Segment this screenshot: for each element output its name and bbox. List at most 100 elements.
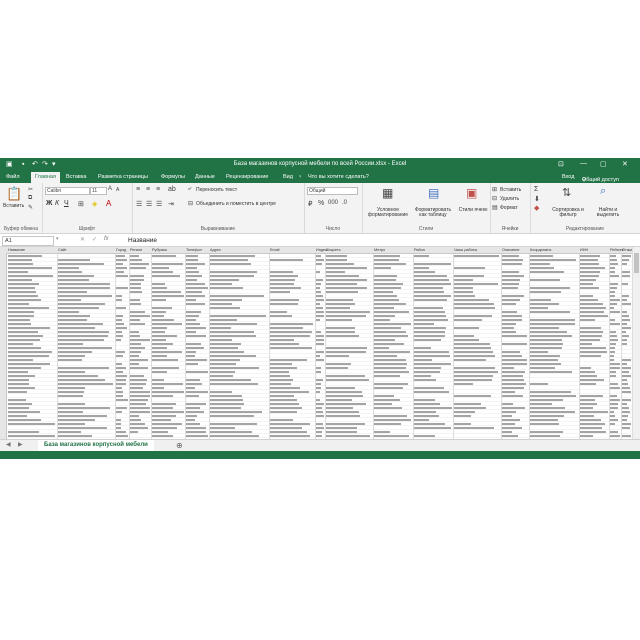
- format-table-icon[interactable]: ▤: [428, 186, 439, 200]
- vertical-scroll-thumb[interactable]: [634, 253, 639, 273]
- column-header[interactable]: Отзывы: [622, 247, 632, 253]
- find-select-icon[interactable]: ⌕: [600, 185, 606, 198]
- column-header[interactable]: Часы работы: [454, 247, 477, 253]
- bold-button[interactable]: Ж: [46, 200, 52, 207]
- comma-style-icon[interactable]: 000: [328, 200, 338, 206]
- autosum-icon[interactable]: Σ: [534, 186, 538, 193]
- format-cells-icon[interactable]: ▤: [492, 204, 498, 211]
- insert-function-icon[interactable]: fx: [104, 236, 109, 242]
- align-right-icon[interactable]: ☰: [156, 200, 162, 208]
- delete-cells-icon[interactable]: ⊟: [492, 195, 497, 202]
- currency-icon[interactable]: ₽: [308, 200, 312, 208]
- table-row[interactable]: [7, 434, 632, 438]
- column-header[interactable]: Координаты: [530, 247, 551, 253]
- column-header[interactable]: Адрес: [210, 247, 221, 253]
- clear-icon[interactable]: ◆: [534, 204, 539, 212]
- decimal-icon[interactable]: .0: [342, 200, 347, 206]
- font-name-select[interactable]: Calibri: [45, 187, 90, 195]
- column-header[interactable]: Регион: [130, 247, 142, 253]
- tab-data[interactable]: Данные: [195, 174, 215, 180]
- delete-cells-button[interactable]: Удалить: [500, 196, 519, 202]
- cancel-entry-icon[interactable]: ✕: [80, 236, 85, 243]
- column-header[interactable]: Рубрика: [152, 247, 167, 253]
- close-icon[interactable]: ✕: [622, 160, 628, 168]
- prev-sheet-icon[interactable]: ◀: [6, 441, 11, 448]
- column-header[interactable]: Телефон: [186, 247, 202, 253]
- fill-icon[interactable]: ⬇: [534, 195, 540, 203]
- cell-text: [530, 343, 563, 345]
- spreadsheet-grid[interactable]: Название Сайт Город Регион Рубрика Телефон Адр…: [0, 247, 632, 439]
- italic-button[interactable]: К: [55, 200, 59, 207]
- find-select-button[interactable]: Найти и выделить: [590, 208, 626, 218]
- number-format-select[interactable]: Общий: [307, 187, 358, 195]
- conditional-format-icon[interactable]: ▦: [382, 186, 393, 200]
- align-bottom-icon[interactable]: ≡: [156, 186, 160, 193]
- column-header[interactable]: Описание: [502, 247, 519, 253]
- insert-cells-icon[interactable]: ⊞: [492, 186, 497, 193]
- cut-icon[interactable]: ✂: [28, 186, 33, 193]
- align-center-icon[interactable]: ☰: [146, 200, 152, 208]
- column-header[interactable]: Название: [8, 247, 25, 253]
- name-box-dropdown-icon[interactable]: ▾: [56, 236, 59, 242]
- sign-in-link[interactable]: Вход: [562, 174, 574, 180]
- ribbon-display-icon[interactable]: ⊡: [558, 160, 564, 168]
- tab-home[interactable]: Главная: [31, 172, 60, 183]
- indent-icon[interactable]: ⇥: [168, 200, 174, 208]
- column-header[interactable]: Соцсеть: [326, 247, 341, 253]
- tab-view[interactable]: Вид: [283, 174, 293, 180]
- cell-styles-button[interactable]: Стили ячеек: [458, 208, 488, 213]
- wrap-text-icon[interactable]: ⤶: [188, 186, 191, 193]
- font-color-icon[interactable]: A: [106, 199, 111, 208]
- tab-page-layout[interactable]: Разметка страницы: [98, 174, 148, 180]
- underline-button[interactable]: Ч: [64, 200, 69, 207]
- name-box[interactable]: A1: [2, 236, 54, 246]
- cell-text: [186, 355, 195, 357]
- merge-icon[interactable]: ⊟: [188, 200, 193, 207]
- sort-filter-icon[interactable]: ⇅: [562, 186, 571, 199]
- format-cells-button[interactable]: Формат: [500, 205, 518, 211]
- column-header[interactable]: Метро: [374, 247, 385, 253]
- cell-text: [270, 311, 287, 313]
- format-painter-icon[interactable]: ✎: [28, 204, 33, 211]
- cell-styles-icon[interactable]: ▣: [466, 186, 477, 200]
- next-sheet-icon[interactable]: ▶: [18, 441, 23, 448]
- cell-text: [186, 271, 199, 273]
- maximize-icon[interactable]: ▢: [600, 160, 607, 168]
- tab-review[interactable]: Рецензирование: [226, 174, 268, 180]
- column-header[interactable]: Город: [116, 247, 126, 253]
- column-header[interactable]: Email: [270, 247, 280, 253]
- orientation-icon[interactable]: ab: [168, 186, 176, 193]
- cells-area[interactable]: [7, 254, 632, 439]
- copy-icon[interactable]: ⧉: [28, 195, 32, 202]
- insert-cells-button[interactable]: Вставить: [500, 187, 521, 193]
- paste-icon[interactable]: 📋: [6, 186, 22, 202]
- tell-me-search[interactable]: Что вы хотите сделать?: [308, 174, 369, 180]
- column-header[interactable]: Район: [414, 247, 425, 253]
- fill-color-icon[interactable]: ◈: [92, 200, 97, 208]
- cell-text: [58, 259, 90, 261]
- vertical-scrollbar[interactable]: [632, 247, 640, 439]
- formula-input[interactable]: Название: [128, 236, 628, 244]
- sort-filter-button[interactable]: Сортировка и фильтр: [548, 208, 588, 218]
- borders-icon[interactable]: ⊞: [78, 200, 84, 208]
- confirm-entry-icon[interactable]: ✓: [92, 236, 97, 243]
- minimize-icon[interactable]: —: [580, 160, 587, 167]
- tab-formulas[interactable]: Формулы: [161, 174, 185, 180]
- wrap-text-button[interactable]: Переносить текст: [196, 187, 237, 193]
- tab-insert[interactable]: Вставка: [66, 174, 86, 180]
- paste-button[interactable]: Вставить: [3, 203, 24, 209]
- tab-file[interactable]: Файл: [6, 174, 20, 180]
- percent-icon[interactable]: %: [318, 200, 324, 207]
- format-as-table-button[interactable]: Форматировать как таблицу: [412, 208, 454, 218]
- add-sheet-icon[interactable]: ⊕: [176, 441, 183, 450]
- column-header[interactable]: ИНН: [580, 247, 588, 253]
- conditional-format-button[interactable]: Условное форматирование: [366, 208, 410, 218]
- align-left-icon[interactable]: ☰: [136, 200, 142, 208]
- decrease-font-icon[interactable]: A: [116, 187, 119, 193]
- font-size-select[interactable]: 11: [90, 187, 107, 195]
- align-middle-icon[interactable]: ≡: [146, 186, 150, 193]
- align-top-icon[interactable]: ≡: [136, 186, 140, 193]
- merge-center-button[interactable]: Объединить и поместить в центре: [196, 201, 276, 207]
- column-header[interactable]: Сайт: [58, 247, 67, 253]
- increase-font-icon[interactable]: A: [108, 186, 112, 192]
